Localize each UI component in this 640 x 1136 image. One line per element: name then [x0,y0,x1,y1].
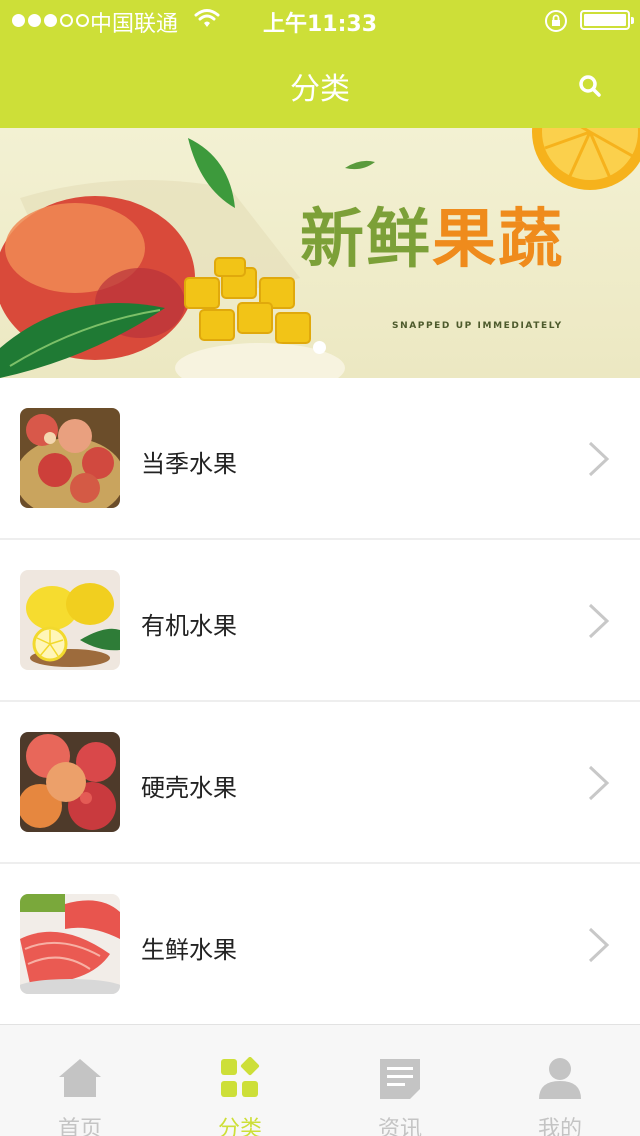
home-icon [59,1059,101,1097]
tab-news[interactable]: 资讯 [320,1025,480,1136]
tab-label: 首页 [57,1117,102,1136]
tab-label: 我的 [537,1117,582,1136]
banner-headline-green: 新鲜 [300,203,432,277]
carousel-indicator[interactable] [313,341,326,354]
chevron-right-icon [588,603,610,639]
battery-icon [580,10,634,30]
category-label: 有机水果 [141,612,237,640]
banner-subtitle: SNAPPED UP IMMEDIATELY [392,321,563,331]
peaches-thumbnail [20,408,120,508]
tab-profile[interactable]: 我的 [480,1025,640,1136]
category-row-organic[interactable]: 有机水果 [0,540,640,702]
lemons-thumbnail [20,570,120,670]
category-row-fresh[interactable]: 生鲜水果 [0,864,640,1026]
tab-bar: 首页 分类 资讯 我的 [0,1024,640,1136]
search-icon[interactable] [574,70,606,102]
category-row-seasonal[interactable]: 当季水果 [0,378,640,540]
document-icon [380,1059,420,1099]
tab-label: 分类 [217,1117,262,1136]
tab-home[interactable]: 首页 [0,1025,160,1136]
user-icon [539,1058,581,1099]
promo-banner[interactable]: 新鲜果蔬 SNAPPED UP IMMEDIATELY [0,128,640,378]
banner-headline: 新鲜果蔬 [300,188,564,280]
category-list: 当季水果 有机水果 硬壳水果 生鲜水果 [0,378,640,1026]
tab-label: 资讯 [377,1117,422,1136]
category-label: 当季水果 [141,450,237,478]
tab-categories[interactable]: 分类 [160,1025,320,1136]
status-bar: 中国联通 上午11:33 [0,0,640,40]
category-label: 硬壳水果 [141,774,237,802]
header-bar: 中国联通 上午11:33 分类 [0,0,640,128]
chevron-right-icon [588,927,610,963]
category-label: 生鲜水果 [141,936,237,964]
grid-icon [221,1057,260,1097]
banner-headline-orange: 果蔬 [432,203,564,277]
grapefruit-thumbnail [20,894,120,994]
chevron-right-icon [588,441,610,477]
apples-thumbnail [20,732,120,832]
rotation-lock-icon [545,10,567,32]
chevron-right-icon [588,765,610,801]
page-title: 分类 [290,72,350,107]
category-row-nuts[interactable]: 硬壳水果 [0,702,640,864]
